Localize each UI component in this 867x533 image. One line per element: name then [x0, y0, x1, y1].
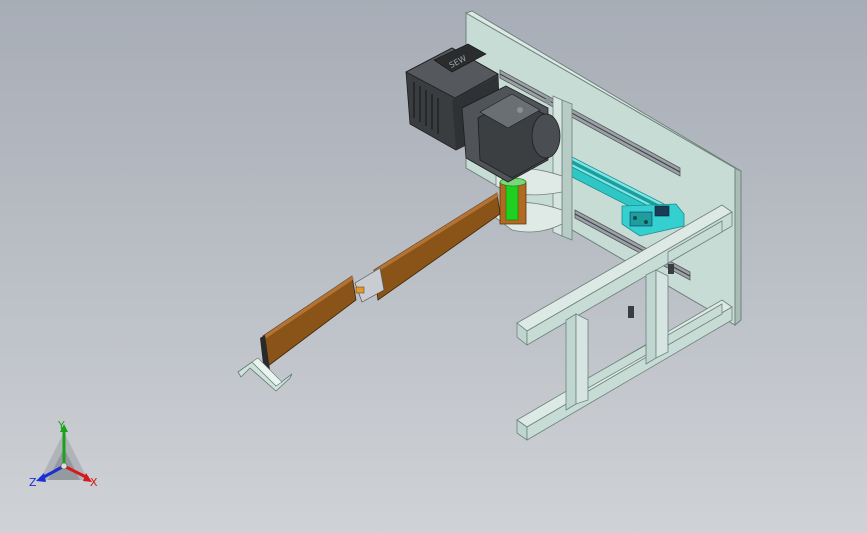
- cad-viewport[interactable]: SEW Y X Z: [0, 0, 867, 533]
- rotary-hub[interactable]: [499, 177, 527, 225]
- assembly-model[interactable]: SEW: [0, 0, 867, 533]
- z-axis-label: Z: [29, 476, 37, 489]
- x-axis-label: X: [90, 476, 98, 489]
- green-clamp[interactable]: [505, 181, 519, 221]
- swing-arm-lower[interactable]: [260, 275, 357, 372]
- orientation-triad[interactable]: Y X Z: [20, 418, 110, 498]
- swing-arm-upper[interactable]: [373, 192, 501, 301]
- y-axis-label: Y: [58, 419, 65, 432]
